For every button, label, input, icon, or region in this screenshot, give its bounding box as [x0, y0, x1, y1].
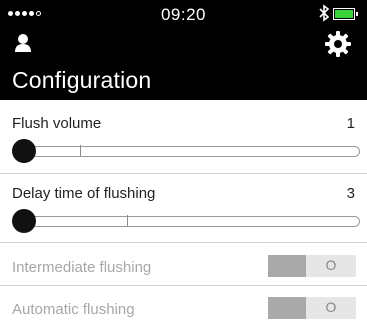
bluetooth-icon [319, 4, 330, 22]
delay-time-label: Delay time of flushing [12, 185, 156, 202]
delay-time-slider[interactable] [10, 209, 360, 235]
gear-icon[interactable] [325, 31, 351, 57]
slider-thumb[interactable] [12, 209, 36, 233]
divider [0, 173, 367, 174]
user-icon[interactable] [14, 33, 32, 53]
slider-track[interactable] [24, 146, 360, 157]
automatic-flushing-label: Automatic flushing [12, 301, 135, 318]
slider-tick [127, 215, 128, 226]
configuration-screen: 09:20 Configuration Flush volume 1 Delay… [0, 0, 367, 325]
toggle-off-text: O [325, 257, 337, 273]
divider [0, 242, 367, 243]
flush-volume-slider[interactable] [10, 139, 360, 165]
delay-time-value: 3 [346, 185, 355, 202]
toggle-knob[interactable] [268, 255, 306, 277]
status-time: 09:20 [160, 5, 207, 24]
page-title: Configuration [12, 67, 152, 93]
slider-tick [80, 145, 81, 156]
divider [0, 285, 367, 286]
automatic-flushing-toggle[interactable]: O [268, 297, 356, 319]
slider-thumb[interactable] [12, 139, 36, 163]
intermediate-flushing-label: Intermediate flushing [12, 259, 152, 276]
status-bar: 09:20 [0, 0, 367, 28]
intermediate-flushing-toggle[interactable]: O [268, 255, 356, 277]
flush-volume-value: 1 [346, 115, 355, 132]
battery-icon [333, 8, 358, 20]
toggle-knob[interactable] [268, 297, 306, 319]
flush-volume-label: Flush volume [12, 115, 102, 132]
header: 09:20 Configuration [0, 0, 367, 100]
toggle-off-text: O [325, 299, 337, 315]
slider-track[interactable] [24, 216, 360, 227]
